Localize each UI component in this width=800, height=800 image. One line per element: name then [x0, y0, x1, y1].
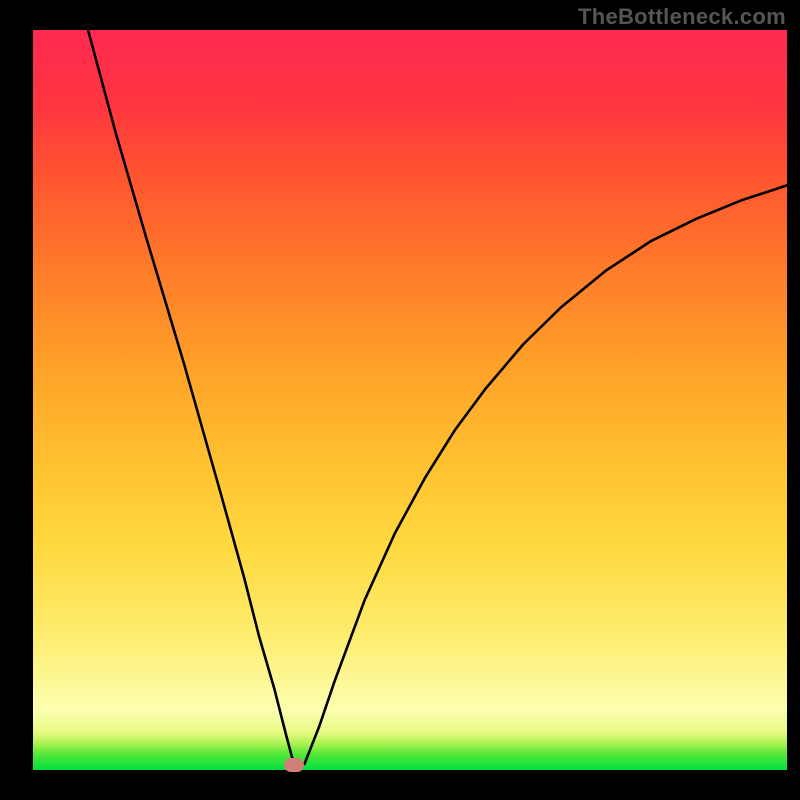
curve-line — [88, 30, 787, 764]
min-marker — [284, 758, 304, 772]
watermark-text: TheBottleneck.com — [578, 4, 786, 30]
chart-container: TheBottleneck.com — [0, 0, 800, 800]
curve-svg — [33, 30, 787, 770]
plot-area — [33, 30, 787, 770]
